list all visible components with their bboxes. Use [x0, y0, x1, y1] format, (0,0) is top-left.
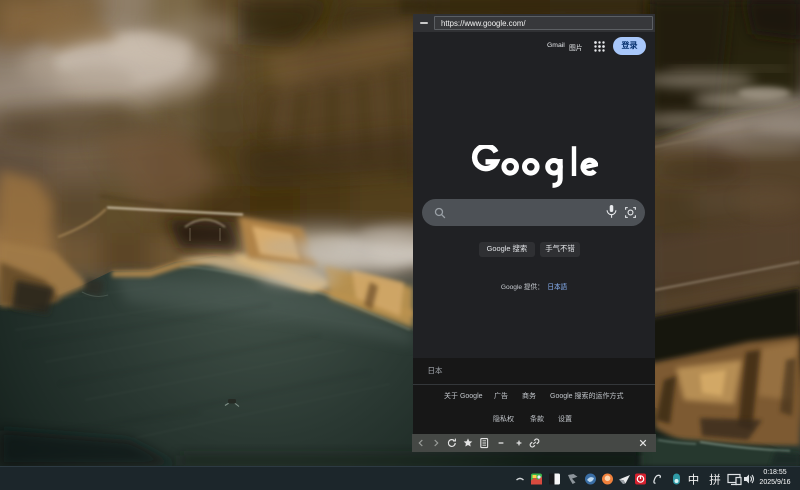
svg-text:中: 中 — [688, 474, 700, 487]
svg-text:拼: 拼 — [709, 473, 721, 487]
